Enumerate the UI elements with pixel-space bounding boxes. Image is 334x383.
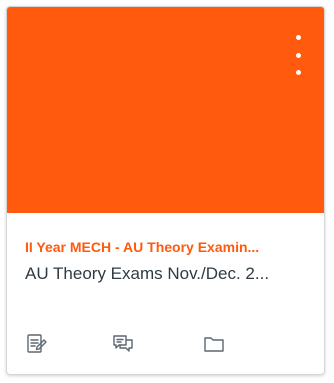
- course-title-link[interactable]: II Year MECH - AU Theory Examin...: [25, 239, 313, 255]
- course-subtitle: AU Theory Exams Nov./Dec. 2...: [25, 264, 270, 283]
- kebab-vertical-icon[interactable]: [292, 35, 304, 75]
- kebab-dot: [295, 70, 301, 75]
- files-folder-icon[interactable]: [202, 332, 226, 356]
- assignments-icon[interactable]: [25, 332, 49, 356]
- discussions-icon[interactable]: [111, 332, 135, 356]
- kebab-dot: [295, 35, 301, 40]
- course-card[interactable]: II Year MECH - AU Theory Examin... AU Th…: [6, 6, 325, 375]
- kebab-dot: [295, 52, 301, 58]
- course-card-hero[interactable]: [7, 7, 324, 213]
